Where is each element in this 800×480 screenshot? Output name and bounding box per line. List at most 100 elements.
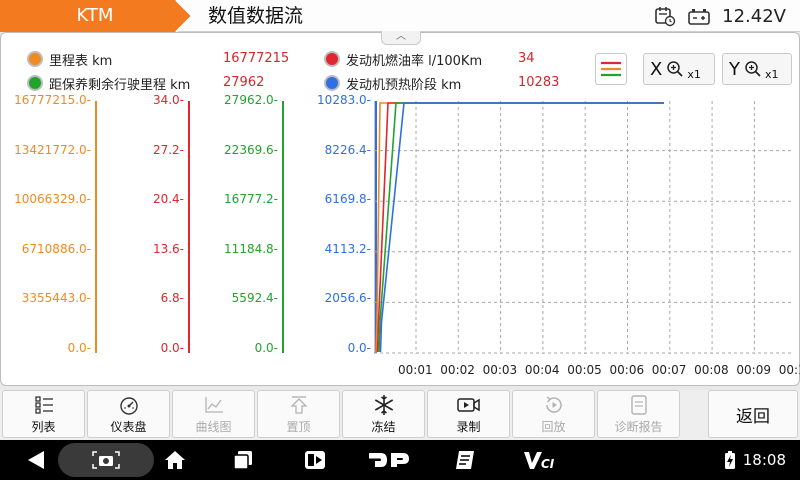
- x-tick-label: 00:10: [778, 363, 800, 377]
- replay-button-label: 回放: [541, 419, 566, 434]
- calendar-clock-icon[interactable]: [654, 5, 676, 27]
- screen-mirror-button[interactable]: [300, 440, 330, 480]
- legend: 里程表 km 16777215 发动机燃油率 l/100Km 34 距保养剩余行…: [27, 43, 587, 93]
- pin-top-icon: [289, 395, 308, 414]
- x-tick-label: 00:05: [567, 363, 602, 377]
- data-stream-panel: ︿ 里程表 km 16777215 发动机燃油率 l/100Km 34 距保养剩…: [0, 31, 800, 386]
- diagnostic-report-button[interactable]: 诊断报告: [597, 390, 680, 438]
- vci-button[interactable]: CI: [520, 440, 560, 480]
- y-tick-label: 10066329.0-: [14, 192, 91, 207]
- y-tick-label: 34.0-: [152, 93, 184, 107]
- record-icon: [456, 397, 480, 412]
- legend-item-fuel-rate[interactable]: 发动机燃油率 l/100Km: [324, 48, 482, 70]
- back-triangle-icon: [28, 451, 44, 469]
- x-zoom-button[interactable]: X x1: [643, 53, 715, 85]
- dp-app-button[interactable]: [366, 440, 412, 480]
- y-tick-label: 11184.8-: [224, 241, 278, 256]
- zoom-factor: x1: [765, 67, 779, 81]
- line-chart-button[interactable]: 曲线图: [172, 390, 255, 438]
- legend-value: 10283: [518, 75, 560, 90]
- wifi-icon: [700, 456, 709, 466]
- y-tick-label: 0.0-: [160, 341, 184, 355]
- record-button[interactable]: 录制: [427, 390, 510, 438]
- y-axis-line: [188, 101, 190, 353]
- legend-dot-icon: [27, 75, 43, 91]
- bottom-toolbar: 列表 仪表盘 曲线图 置顶 冻结 录制 回放 诊断报告 返回: [0, 390, 800, 440]
- svg-text:CI: CI: [541, 457, 555, 471]
- legend-label: 发动机燃油率 l/100Km: [346, 53, 483, 69]
- back-button[interactable]: 返回: [708, 390, 798, 438]
- x-tick-label: 00:04: [524, 363, 560, 377]
- y-tick-label: 20.4-: [152, 192, 184, 207]
- x-tick-label: 00:01: [398, 363, 433, 377]
- x-tick-label: 00:09: [736, 363, 771, 377]
- y-tick-label: 2056.6-: [324, 291, 371, 306]
- y-tick-label: 13421772.0-: [14, 142, 91, 157]
- y-tick-label: 13.6-: [152, 241, 184, 256]
- replay-button[interactable]: 回放: [512, 390, 595, 438]
- y-tick-label: 0.0-: [347, 341, 371, 355]
- y-tick-label: 0.0-: [254, 341, 278, 355]
- line-chart-button-label: 曲线图: [195, 419, 232, 434]
- x-tick-label: 00:06: [609, 363, 645, 377]
- home-button[interactable]: [160, 440, 190, 480]
- screen-mirror-icon: [305, 451, 325, 469]
- battery-icon: [688, 9, 710, 25]
- x-tick-label: 00:02: [440, 363, 475, 377]
- legend-label: 距保养剩余行驶里程 km: [49, 77, 191, 93]
- legend-dot-icon: [27, 51, 43, 67]
- legend-config-button[interactable]: [595, 53, 627, 85]
- dp-logo-icon: [369, 453, 409, 467]
- series-line-3: [379, 102, 664, 353]
- notes-button[interactable]: [450, 440, 480, 480]
- legend-label: 发动机预热阶段 km: [346, 77, 462, 93]
- legend-value: 27962: [223, 75, 265, 90]
- zoom-axis-letter: Y: [729, 58, 740, 80]
- plot-area[interactable]: [374, 101, 794, 354]
- legend-item-odometer[interactable]: 里程表 km: [27, 48, 112, 70]
- status-icons: 12.42V: [654, 0, 786, 32]
- y-tick-label: 27962.0-: [224, 93, 278, 107]
- legend-value: 34: [518, 51, 535, 66]
- y-tick-label: 0.0-: [67, 341, 91, 355]
- freeze-button-label: 冻结: [371, 419, 396, 434]
- x-tick-label: 00:03: [482, 363, 518, 377]
- y-tick-label: 6710886.0-: [21, 241, 91, 256]
- series-line-1: [376, 102, 664, 353]
- battery-voltage: 12.42V: [722, 5, 786, 27]
- y-tick-label: 27.2-: [152, 142, 184, 157]
- pin-top-button[interactable]: 置顶: [257, 390, 340, 438]
- recent-apps-icon: [233, 451, 252, 470]
- line-chart-icon: [204, 396, 223, 413]
- y-tick-label: 8226.4-: [324, 142, 371, 157]
- record-button-label: 录制: [456, 419, 481, 434]
- x-tick-label: 00:07: [651, 363, 687, 377]
- system-time: 18:08: [742, 451, 786, 469]
- diagnostic-report-button-label: 诊断报告: [614, 419, 663, 434]
- y-zoom-button[interactable]: Y x1: [722, 53, 792, 85]
- series-line-0: [375, 102, 664, 353]
- y-tick-label: 22369.6-: [224, 142, 278, 157]
- nav-back-button[interactable]: [16, 440, 56, 480]
- y-tick-label: 6.8-: [160, 291, 184, 306]
- gauge-icon: [119, 396, 138, 415]
- list-button[interactable]: 列表: [2, 390, 85, 438]
- screenshot-button[interactable]: [58, 440, 154, 480]
- gauge-button[interactable]: 仪表盘: [87, 390, 170, 438]
- recent-apps-button[interactable]: [228, 440, 258, 480]
- pin-top-button-label: 置顶: [286, 419, 311, 434]
- freeze-button[interactable]: 冻结: [342, 390, 425, 438]
- y-tick-label: 3355443.0-: [21, 291, 91, 306]
- legend-dot-icon: [324, 75, 340, 91]
- color-lines-icon: [601, 61, 621, 77]
- y-tick-label: 16777.2-: [224, 192, 278, 207]
- legend-item-warmup-stage[interactable]: 发动机预热阶段 km: [324, 72, 461, 94]
- camera-screenshot-icon: [92, 451, 120, 469]
- legend-item-service-distance[interactable]: 距保养剩余行驶里程 km: [27, 72, 190, 94]
- zoom-in-icon: [667, 61, 683, 77]
- legend-label: 里程表 km: [49, 53, 113, 69]
- y-axis-line: [95, 101, 97, 353]
- y-axis-line: [282, 101, 284, 353]
- brand-tab[interactable]: KTM: [0, 0, 196, 32]
- zoom-factor: x1: [687, 67, 701, 81]
